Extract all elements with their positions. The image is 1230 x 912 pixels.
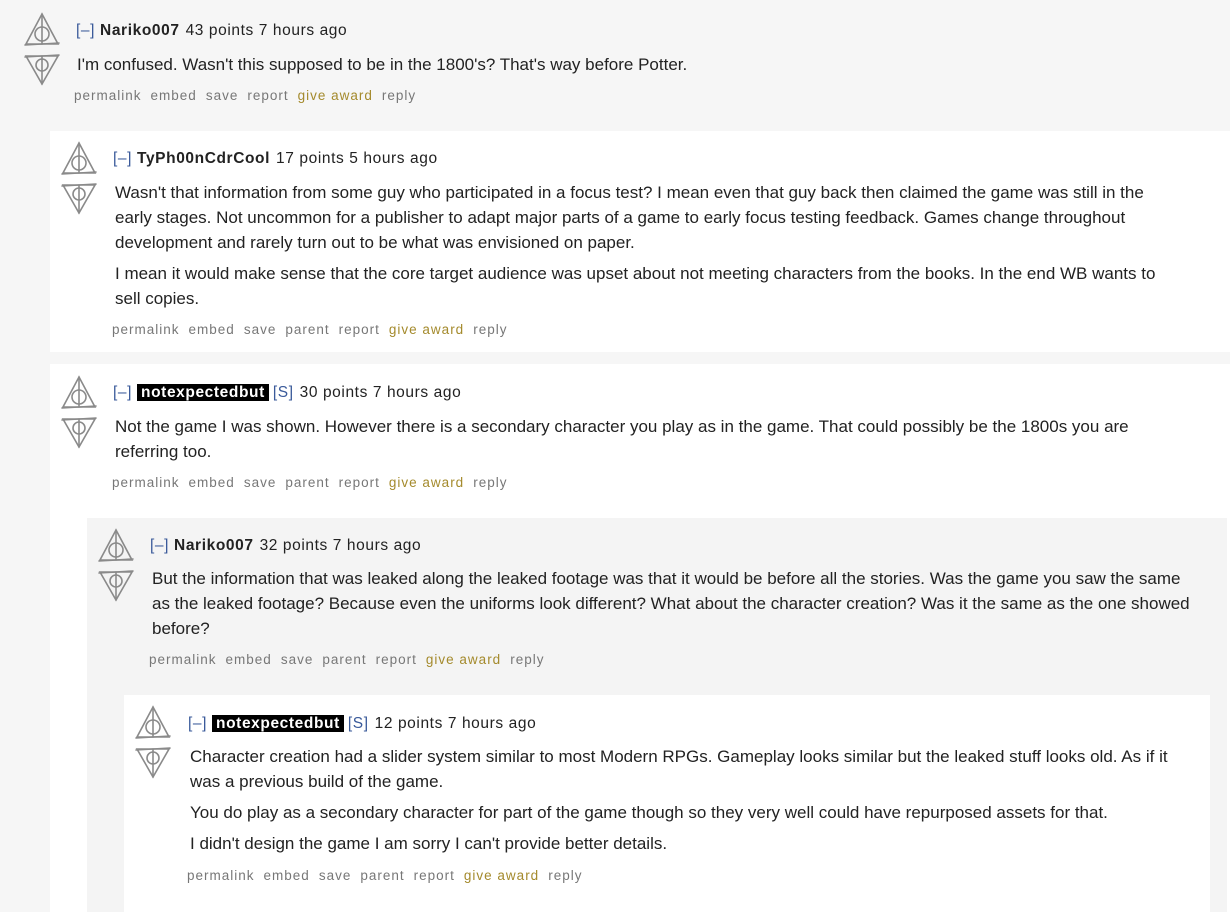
embed-button[interactable]: embed: [189, 475, 235, 490]
save-button[interactable]: save: [319, 868, 352, 883]
comment-body: Not the game I was shown. However there …: [115, 414, 1175, 470]
comment-body: But the information that was leaked alon…: [152, 566, 1202, 647]
comment-tagline: [–] Nariko007 32 points 7 hours ago: [150, 537, 421, 555]
comment-buttons: permalink embed save parent report give award…: [112, 475, 516, 490]
submitter-flair[interactable]: [S]: [348, 715, 369, 732]
permalink-button[interactable]: permalink: [112, 322, 180, 337]
comment-paragraph: Wasn't that information from some guy wh…: [115, 183, 1144, 252]
give-award-button[interactable]: give award: [389, 475, 464, 490]
comment-body: Wasn't that information from some guy wh…: [115, 180, 1175, 317]
submitter-flair[interactable]: [S]: [273, 384, 294, 401]
comment-tagline: [–] notexpectedbut [S] 12 points 7 hours ag…: [188, 715, 536, 733]
reply-button[interactable]: reply: [548, 868, 582, 883]
collapse-toggle[interactable]: [–]: [76, 22, 95, 39]
embed-button[interactable]: embed: [151, 88, 197, 103]
embed-button[interactable]: embed: [189, 322, 235, 337]
comment-paragraph: I'm confused. Wasn't this supposed to be…: [77, 55, 688, 74]
avatar-icon[interactable]: [60, 375, 98, 449]
parent-button[interactable]: parent: [360, 868, 404, 883]
parent-button[interactable]: parent: [285, 475, 329, 490]
save-button[interactable]: save: [206, 88, 239, 103]
collapse-toggle[interactable]: [–]: [113, 150, 132, 167]
save-button[interactable]: save: [281, 652, 314, 667]
comment-buttons: permalink embed save parent report give award…: [149, 652, 553, 667]
comment-buttons: permalink embed save report give award reply: [74, 88, 425, 103]
save-button[interactable]: save: [244, 322, 277, 337]
save-button[interactable]: save: [244, 475, 277, 490]
permalink-button[interactable]: permalink: [187, 868, 255, 883]
comment-meta: 12 points 7 hours ago: [374, 715, 537, 732]
comment-paragraph: I didn't design the game I am sorry I ca…: [190, 834, 668, 853]
comment-paragraph: I mean it would make sense that the core…: [115, 264, 1156, 308]
report-button[interactable]: report: [339, 322, 380, 337]
permalink-button[interactable]: permalink: [74, 88, 142, 103]
give-award-button[interactable]: give award: [426, 652, 501, 667]
reply-button[interactable]: reply: [382, 88, 416, 103]
embed-button[interactable]: embed: [264, 868, 310, 883]
comment-tagline: [–] notexpectedbut [S] 30 points 7 hours ag…: [113, 384, 461, 402]
author-link[interactable]: TyPh00nCdrCool: [137, 150, 270, 167]
comment-buttons: permalink embed save parent report give award…: [187, 868, 591, 883]
avatar-icon[interactable]: [97, 528, 135, 602]
comment-paragraph: But the information that was leaked alon…: [152, 569, 1190, 638]
avatar-icon[interactable]: [134, 705, 172, 779]
report-button[interactable]: report: [376, 652, 417, 667]
comment-paragraph: You do play as a secondary character for…: [190, 803, 1108, 822]
author-link[interactable]: notexpectedbut: [212, 715, 344, 732]
reply-button[interactable]: reply: [473, 475, 507, 490]
collapse-toggle[interactable]: [–]: [188, 715, 207, 732]
collapse-toggle[interactable]: [–]: [150, 537, 169, 554]
parent-button[interactable]: parent: [285, 322, 329, 337]
avatar-icon[interactable]: [23, 12, 61, 86]
reply-button[interactable]: reply: [473, 322, 507, 337]
author-link[interactable]: Nariko007: [174, 537, 254, 554]
give-award-button[interactable]: give award: [298, 88, 373, 103]
comment-tagline: [–] TyPh00nCdrCool 17 points 5 hours ago: [113, 150, 438, 168]
report-button[interactable]: report: [414, 868, 455, 883]
give-award-button[interactable]: give award: [389, 322, 464, 337]
comment-meta: 30 points 7 hours ago: [299, 384, 462, 401]
author-link[interactable]: Nariko007: [100, 22, 180, 39]
comment-body: I'm confused. Wasn't this supposed to be…: [77, 52, 1207, 83]
give-award-button[interactable]: give award: [464, 868, 539, 883]
permalink-button[interactable]: permalink: [112, 475, 180, 490]
collapse-toggle[interactable]: [–]: [113, 384, 132, 401]
comment-paragraph: Character creation had a slider system s…: [190, 747, 1168, 791]
comment-paragraph: Not the game I was shown. However there …: [115, 417, 1129, 461]
author-link[interactable]: notexpectedbut: [137, 384, 269, 401]
comment-meta: 32 points 7 hours ago: [259, 537, 422, 554]
comment-meta: 43 points 7 hours ago: [185, 22, 348, 39]
report-button[interactable]: report: [247, 88, 288, 103]
embed-button[interactable]: embed: [226, 652, 272, 667]
comment-meta: 17 points 5 hours ago: [276, 150, 438, 167]
parent-button[interactable]: parent: [322, 652, 366, 667]
comment-tagline: [–] Nariko007 43 points 7 hours ago: [76, 22, 347, 40]
avatar-icon[interactable]: [60, 141, 98, 215]
comment-body: Character creation had a slider system s…: [190, 744, 1195, 862]
reply-button[interactable]: reply: [510, 652, 544, 667]
report-button[interactable]: report: [339, 475, 380, 490]
permalink-button[interactable]: permalink: [149, 652, 217, 667]
comment-buttons: permalink embed save parent report give award…: [112, 322, 516, 337]
